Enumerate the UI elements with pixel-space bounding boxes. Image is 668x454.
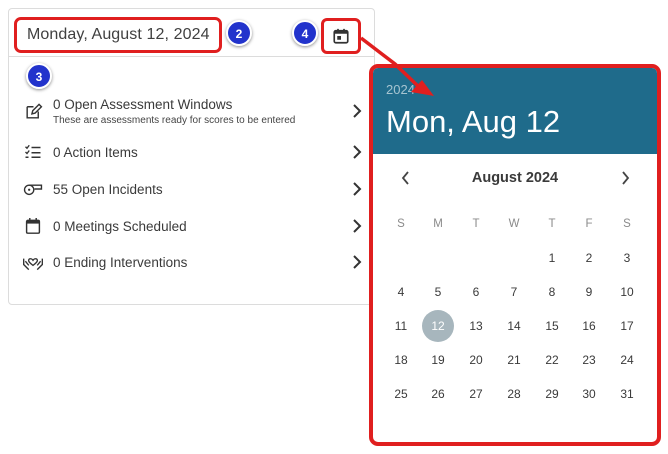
calendar-day[interactable]: 14 [498, 310, 530, 342]
weekday-label: T [548, 218, 556, 230]
calendar-day[interactable]: 28 [498, 378, 530, 410]
whistle-icon [22, 178, 44, 200]
weekday-label: M [433, 218, 443, 230]
step-badge-2: 2 [226, 20, 252, 46]
date-picker-header: 2024 Mon, Aug 12 [373, 68, 657, 154]
calendar-day[interactable]: 25 [385, 378, 417, 410]
weekday-label: F [585, 218, 593, 230]
list-item-label: 55 Open Incidents [53, 181, 163, 197]
list-item-meetings[interactable]: 0 Meetings Scheduled [22, 211, 364, 241]
list-item-label: 0 Meetings Scheduled [53, 218, 187, 234]
calendar-day[interactable]: 5 [422, 276, 454, 308]
current-date-display[interactable]: Monday, August 12, 2024 [14, 17, 222, 53]
list-item-incidents[interactable]: 55 Open Incidents [22, 174, 364, 204]
calendar-day[interactable]: 17 [611, 310, 643, 342]
list-item-action-items[interactable]: 0 Action Items [22, 137, 364, 167]
calendar-day[interactable]: 16 [573, 310, 605, 342]
calendar-icon [333, 28, 349, 44]
list-item-interventions[interactable]: 0 Ending Interventions [22, 247, 364, 277]
weekday-label: T [472, 218, 480, 230]
calendar-day[interactable]: 20 [460, 344, 492, 376]
calendar-day[interactable]: 27 [460, 378, 492, 410]
calendar-day-selected[interactable]: 12 [422, 310, 454, 342]
calendar-day[interactable]: 18 [385, 344, 417, 376]
picker-year[interactable]: 2024 [386, 82, 415, 97]
calendar-day[interactable]: 19 [422, 344, 454, 376]
list-item-sublabel: These are assessments ready for scores t… [53, 114, 296, 126]
checklist-icon [22, 141, 44, 163]
open-calendar-button[interactable] [321, 18, 361, 54]
chevron-right-icon [350, 104, 364, 118]
edit-icon [22, 100, 44, 122]
list-item-label: 0 Ending Interventions [53, 254, 188, 270]
calendar-day[interactable]: 4 [385, 276, 417, 308]
calendar-day[interactable]: 10 [611, 276, 643, 308]
picker-selected-date: Mon, Aug 12 [386, 104, 561, 139]
helping-hands-icon [22, 251, 44, 273]
list-item-label: 0 Open Assessment Windows [53, 96, 233, 112]
next-month-button[interactable] [615, 166, 635, 190]
calendar-day[interactable]: 11 [385, 310, 417, 342]
weekday-label: S [623, 218, 631, 230]
calendar-day[interactable]: 9 [573, 276, 605, 308]
month-navigation: August 2024 [373, 166, 657, 190]
calendar-day[interactable]: 30 [573, 378, 605, 410]
list-item-label: 0 Action Items [53, 144, 138, 160]
calendar-day[interactable]: 3 [611, 242, 643, 274]
calendar-day[interactable]: 24 [611, 344, 643, 376]
date-picker: 2024 Mon, Aug 12 August 2024 SMTWTFS1234… [369, 64, 661, 446]
weekday-label: S [397, 218, 405, 230]
chevron-right-icon [350, 182, 364, 196]
chevron-right-icon [350, 255, 364, 269]
calendar-day[interactable]: 22 [536, 344, 568, 376]
calendar-day[interactable]: 15 [536, 310, 568, 342]
calendar-day[interactable]: 26 [422, 378, 454, 410]
calendar-day[interactable]: 1 [536, 242, 568, 274]
card-divider [8, 56, 375, 57]
weekday-label: W [508, 218, 520, 230]
chevron-right-icon [350, 219, 364, 233]
step-badge-4: 4 [292, 20, 318, 46]
calendar-day[interactable]: 8 [536, 276, 568, 308]
chevron-right-icon [350, 145, 364, 159]
calendar-day[interactable]: 13 [460, 310, 492, 342]
calendar-day[interactable]: 2 [573, 242, 605, 274]
calendar-day[interactable]: 7 [498, 276, 530, 308]
step-badge-3: 3 [26, 63, 52, 89]
list-item-assessments[interactable]: 0 Open Assessment Windows These are asse… [22, 95, 364, 127]
calendar-icon [22, 215, 44, 237]
current-date-text: Monday, August 12, 2024 [27, 26, 210, 43]
calendar-day[interactable]: 23 [573, 344, 605, 376]
chevron-right-icon [621, 171, 629, 185]
calendar-day[interactable]: 6 [460, 276, 492, 308]
calendar-day[interactable]: 31 [611, 378, 643, 410]
calendar-day[interactable]: 21 [498, 344, 530, 376]
calendar-day[interactable]: 29 [536, 378, 568, 410]
